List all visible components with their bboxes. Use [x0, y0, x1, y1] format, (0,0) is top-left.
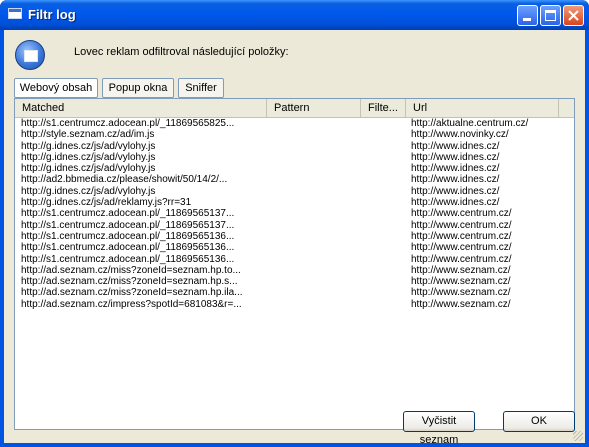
cell-url: http://www.idnes.cz/	[411, 140, 500, 152]
table-row[interactable]: http://g.idnes.cz/js/ad/vylohy.js http://…	[15, 163, 574, 174]
column-header-filter[interactable]: Filte...	[361, 99, 406, 117]
table-row[interactable]: http://s1.centrumcz.adocean.pl/_11869565…	[15, 254, 574, 265]
cell-matched: http://s1.centrumcz.adocean.pl/_11869565…	[21, 219, 235, 231]
table-row[interactable]: http://g.idnes.cz/js/ad/vylohy.js http://…	[15, 152, 574, 163]
resize-grip[interactable]	[573, 431, 583, 441]
cell-url: http://www.centrum.cz/	[411, 208, 512, 220]
cell-matched: http://g.idnes.cz/js/ad/vylohy.js	[21, 163, 156, 175]
cell-matched: http://ad.seznam.cz/miss?zoneId=seznam.h…	[21, 276, 238, 288]
dialog-client-area: Lovec reklam odfiltroval následující pol…	[4, 30, 585, 446]
list-header: Matched Pattern Filte... Url	[15, 99, 574, 118]
cell-url: http://www.centrum.cz/	[411, 219, 512, 231]
table-row[interactable]: http://s1.centrumcz.adocean.pl/_11869565…	[15, 118, 574, 129]
filter-log-window: Filtr log Lovec reklam odfiltroval násle…	[0, 0, 589, 447]
title-bar[interactable]: Filtr log	[0, 0, 589, 30]
table-row[interactable]: http://ad.seznam.cz/miss?zoneId=seznam.h…	[15, 276, 574, 287]
cell-url: http://www.seznam.cz/	[411, 264, 511, 276]
table-row[interactable]: http://ad.seznam.cz/impress?spotId=68108…	[15, 299, 574, 310]
ok-button-label: OK	[531, 415, 547, 427]
cell-matched: http://s1.centrumcz.adocean.pl/_11869565…	[21, 230, 235, 242]
cell-matched: http://ad.seznam.cz/miss?zoneId=seznam.h…	[21, 287, 243, 299]
info-app-icon	[15, 40, 45, 70]
window-frame-right	[585, 30, 589, 447]
tab-sniffer[interactable]: Sniffer	[178, 78, 224, 98]
cell-url: http://www.idnes.cz/	[411, 185, 500, 197]
clear-list-button-label: Vyčistit seznam	[419, 415, 459, 446]
table-row[interactable]: http://g.idnes.cz/js/ad/reklamy.js?rr=31…	[15, 197, 574, 208]
ok-button[interactable]: OK	[503, 411, 575, 432]
cell-matched: http://s1.centrumcz.adocean.pl/_11869565…	[21, 253, 235, 265]
table-row[interactable]: http://ad.seznam.cz/miss?zoneId=seznam.h…	[15, 265, 574, 276]
cell-url: http://www.centrum.cz/	[411, 230, 512, 242]
table-row[interactable]: http://s1.centrumcz.adocean.pl/_11869565…	[15, 220, 574, 231]
close-button[interactable]	[563, 5, 584, 26]
cell-url: http://www.idnes.cz/	[411, 174, 500, 186]
cell-matched: http://ad.seznam.cz/miss?zoneId=seznam.h…	[21, 264, 241, 276]
table-row[interactable]: http://g.idnes.cz/js/ad/vylohy.js http://…	[15, 186, 574, 197]
close-icon	[568, 10, 579, 21]
table-row[interactable]: http://s1.centrumcz.adocean.pl/_11869565…	[15, 242, 574, 253]
cell-matched: http://g.idnes.cz/js/ad/vylohy.js	[21, 140, 156, 152]
list-rows: http://s1.centrumcz.adocean.pl/_11869565…	[15, 118, 574, 310]
cell-matched: http://s1.centrumcz.adocean.pl/_11869565…	[21, 208, 235, 220]
column-header-url[interactable]: Url	[406, 99, 559, 117]
cell-url: http://www.idnes.cz/	[411, 197, 500, 209]
minimize-icon	[523, 18, 531, 21]
cell-url: http://www.centrum.cz/	[411, 242, 512, 254]
table-row[interactable]: http://ad2.bbmedia.cz/please/showit/50/1…	[15, 174, 574, 185]
cell-matched: http://s1.centrumcz.adocean.pl/_11869565…	[21, 118, 235, 129]
window-frame-bottom	[0, 443, 589, 447]
maximize-button[interactable]	[540, 5, 561, 26]
table-row[interactable]: http://style.seznam.cz/ad/im.js http://ww…	[15, 129, 574, 140]
tab-web-content[interactable]: Webový obsah	[14, 78, 98, 98]
cell-matched: http://g.idnes.cz/js/ad/reklamy.js?rr=31	[21, 197, 192, 209]
maximize-icon	[545, 10, 556, 21]
cell-url: http://www.seznam.cz/	[411, 276, 511, 288]
table-row[interactable]: http://g.idnes.cz/js/ad/vylohy.js http://…	[15, 141, 574, 152]
cell-matched: http://ad2.bbmedia.cz/please/showit/50/1…	[21, 174, 228, 186]
clear-list-button[interactable]: Vyčistit seznam	[403, 411, 475, 446]
cell-url: http://www.idnes.cz/	[411, 151, 500, 163]
window-title: Filtr log	[28, 7, 76, 22]
filtered-items-list[interactable]: Matched Pattern Filte... Url http://s1.c…	[14, 98, 575, 430]
cell-matched: http://s1.centrumcz.adocean.pl/_11869565…	[21, 242, 235, 254]
column-header-pattern[interactable]: Pattern	[267, 99, 361, 117]
minimize-button[interactable]	[517, 5, 538, 26]
info-message: Lovec reklam odfiltroval následující pol…	[74, 46, 289, 58]
cell-matched: http://style.seznam.cz/ad/im.js	[21, 129, 155, 141]
cell-url: http://aktualne.centrum.cz/	[411, 118, 529, 129]
cell-matched: http://g.idnes.cz/js/ad/vylohy.js	[21, 185, 156, 197]
tab-popup-windows[interactable]: Popup okna	[102, 78, 174, 98]
cell-url: http://www.centrum.cz/	[411, 253, 512, 265]
table-row[interactable]: http://s1.centrumcz.adocean.pl/_11869565…	[15, 231, 574, 242]
window-app-icon	[8, 8, 22, 19]
cell-url: http://www.seznam.cz/	[411, 298, 511, 310]
cell-matched: http://ad.seznam.cz/impress?spotId=68108…	[21, 298, 242, 310]
table-row[interactable]: http://s1.centrumcz.adocean.pl/_11869565…	[15, 208, 574, 219]
cell-url: http://www.idnes.cz/	[411, 163, 500, 175]
cell-matched: http://g.idnes.cz/js/ad/vylohy.js	[21, 151, 156, 163]
cell-url: http://www.seznam.cz/	[411, 287, 511, 299]
table-row[interactable]: http://ad.seznam.cz/miss?zoneId=seznam.h…	[15, 287, 574, 298]
cell-url: http://www.novinky.cz/	[411, 129, 509, 141]
column-header-matched[interactable]: Matched	[15, 99, 267, 117]
